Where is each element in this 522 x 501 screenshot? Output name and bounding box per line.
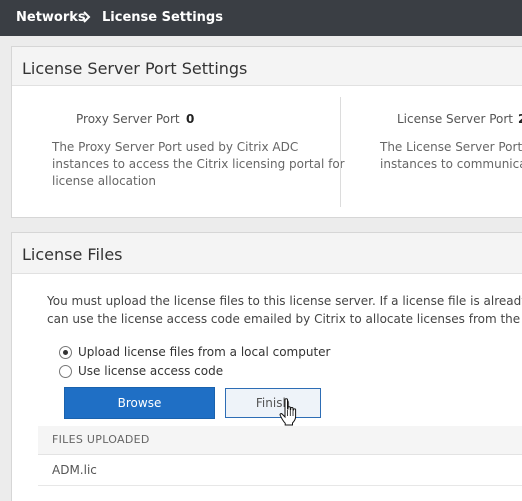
license-files-panel: License Files You must upload the licens… (11, 232, 522, 501)
proxy-port-description-line: The Proxy Server Port used by Citrix ADC (52, 140, 299, 154)
proxy-port-description: The Proxy Server Port used by Citrix ADC… (52, 139, 345, 190)
port-settings-title: License Server Port Settings (22, 59, 248, 78)
files-uploaded-title: FILES UPLOADED (52, 433, 150, 446)
proxy-port-description-line: instances to access the Citrix licensing… (52, 157, 345, 171)
access-code-radio[interactable] (59, 365, 72, 378)
license-files-info-line: can use the license access code emailed … (47, 312, 522, 326)
upload-local-radio[interactable] (59, 346, 72, 359)
file-list-item[interactable]: ADM.lic (38, 455, 522, 486)
proxy-port-value: 0 (186, 112, 195, 126)
breadcrumb-license-settings: License Settings (102, 10, 223, 25)
column-divider (340, 97, 341, 207)
license-files-info-line: You must upload the license files to thi… (47, 294, 522, 308)
files-uploaded-header: FILES UPLOADED (38, 426, 522, 455)
breadcrumb: Networks License Settings (0, 0, 522, 36)
license-port-description-line: The License Server Port use (380, 140, 522, 154)
port-settings-panel: License Server Port Settings Proxy Serve… (11, 46, 522, 218)
file-name: ADM.lic (52, 463, 97, 477)
license-port-value: 2 (518, 112, 522, 126)
license-files-title: License Files (22, 245, 123, 264)
chevron-right-icon (83, 11, 91, 23)
license-files-header: License Files (12, 233, 522, 274)
license-port-description: The License Server Port use instances to… (380, 139, 522, 173)
proxy-port-label: Proxy Server Port (76, 112, 180, 126)
finish-button[interactable]: Finish (225, 388, 321, 418)
access-code-label: Use license access code (78, 364, 224, 378)
breadcrumb-networks[interactable]: Networks (16, 10, 86, 25)
license-port-description-line: instances to communicate (380, 157, 522, 171)
port-settings-header: License Server Port Settings (12, 47, 522, 86)
browse-button[interactable]: Browse (64, 387, 215, 419)
upload-local-label: Upload license files from a local comput… (78, 345, 331, 359)
license-files-info: You must upload the license files to thi… (47, 292, 522, 328)
license-port-label: License Server Port (397, 112, 514, 126)
hand-pointer-cursor-icon (279, 398, 297, 426)
proxy-port-description-line: license allocation (52, 174, 157, 188)
